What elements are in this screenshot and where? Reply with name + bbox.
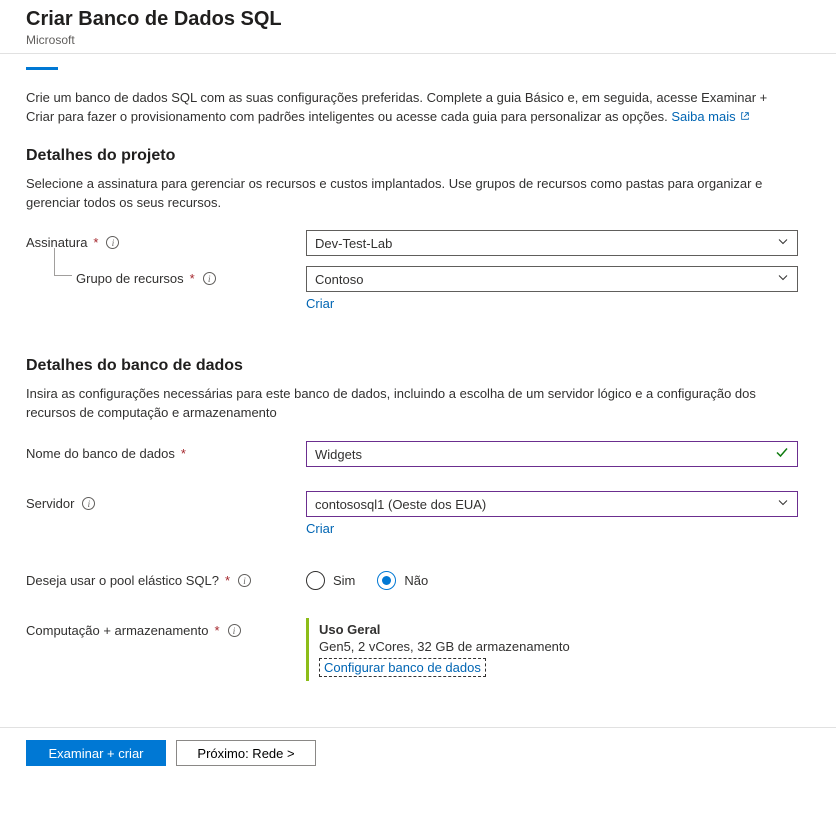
info-icon[interactable]: i <box>228 624 241 637</box>
page-subtitle: Microsoft <box>26 33 810 47</box>
database-details-desc: Insira as configurações necessárias para… <box>26 385 796 423</box>
page-title: Criar Banco de Dados SQL <box>26 8 810 31</box>
info-icon[interactable]: i <box>82 497 95 510</box>
db-name-value: Widgets <box>315 447 362 462</box>
required-indicator: * <box>225 573 230 588</box>
project-details-heading: Detalhes do projeto <box>26 147 810 165</box>
server-value: contososql1 (Oeste dos EUA) <box>315 497 486 512</box>
server-label: Servidor i <box>26 491 306 511</box>
radio-label: Sim <box>333 573 355 588</box>
elastic-pool-yes-radio[interactable]: Sim <box>306 571 355 590</box>
external-link-icon <box>740 111 750 121</box>
intro-text: Crie um banco de dados SQL com as suas c… <box>26 89 796 127</box>
next-network-button[interactable]: Próximo: Rede > <box>176 740 316 766</box>
compute-summary: Uso Geral Gen5, 2 vCores, 32 GB de armaz… <box>306 618 798 681</box>
chevron-down-icon <box>777 236 789 251</box>
subscription-value: Dev-Test-Lab <box>315 236 392 251</box>
resource-group-select[interactable]: Contoso <box>306 266 798 292</box>
database-details-heading: Detalhes do banco de dados <box>26 357 810 375</box>
active-tab-indicator <box>26 67 58 70</box>
project-details-desc: Selecione a assinatura para gerenciar os… <box>26 175 796 213</box>
compute-tier: Uso Geral <box>319 622 798 637</box>
create-server-link[interactable]: Criar <box>306 521 334 536</box>
create-resource-group-link[interactable]: Criar <box>306 296 334 311</box>
required-indicator: * <box>190 271 195 286</box>
required-indicator: * <box>214 623 219 638</box>
info-icon[interactable]: i <box>106 236 119 249</box>
check-icon <box>775 446 789 463</box>
compute-spec: Gen5, 2 vCores, 32 GB de armazenamento <box>319 639 798 654</box>
chevron-down-icon <box>777 272 789 287</box>
subscription-select[interactable]: Dev-Test-Lab <box>306 230 798 256</box>
elastic-pool-label: Deseja usar o pool elástico SQL? * i <box>26 568 306 588</box>
resource-group-value: Contoso <box>315 272 363 287</box>
configure-database-link[interactable]: Configurar banco de dados <box>319 658 486 677</box>
radio-icon <box>306 571 325 590</box>
info-icon[interactable]: i <box>203 272 216 285</box>
chevron-down-icon <box>777 497 789 512</box>
server-select[interactable]: contososql1 (Oeste dos EUA) <box>306 491 798 517</box>
elastic-pool-no-radio[interactable]: Não <box>377 571 428 590</box>
learn-more-link[interactable]: Saiba mais <box>671 109 749 124</box>
resource-group-label: Grupo de recursos * i <box>26 266 306 286</box>
info-icon[interactable]: i <box>238 574 251 587</box>
required-indicator: * <box>181 446 186 461</box>
db-name-input[interactable]: Widgets <box>306 441 798 467</box>
intro-body: Crie um banco de dados SQL com as suas c… <box>26 90 767 124</box>
subscription-label: Assinatura * i <box>26 230 306 250</box>
compute-storage-label: Computação + armazenamento * i <box>26 618 306 638</box>
db-name-label: Nome do banco de dados * <box>26 441 306 461</box>
radio-icon <box>377 571 396 590</box>
radio-label: Não <box>404 573 428 588</box>
hierarchy-connector <box>54 248 72 276</box>
required-indicator: * <box>93 235 98 250</box>
review-create-button[interactable]: Examinar + criar <box>26 740 166 766</box>
